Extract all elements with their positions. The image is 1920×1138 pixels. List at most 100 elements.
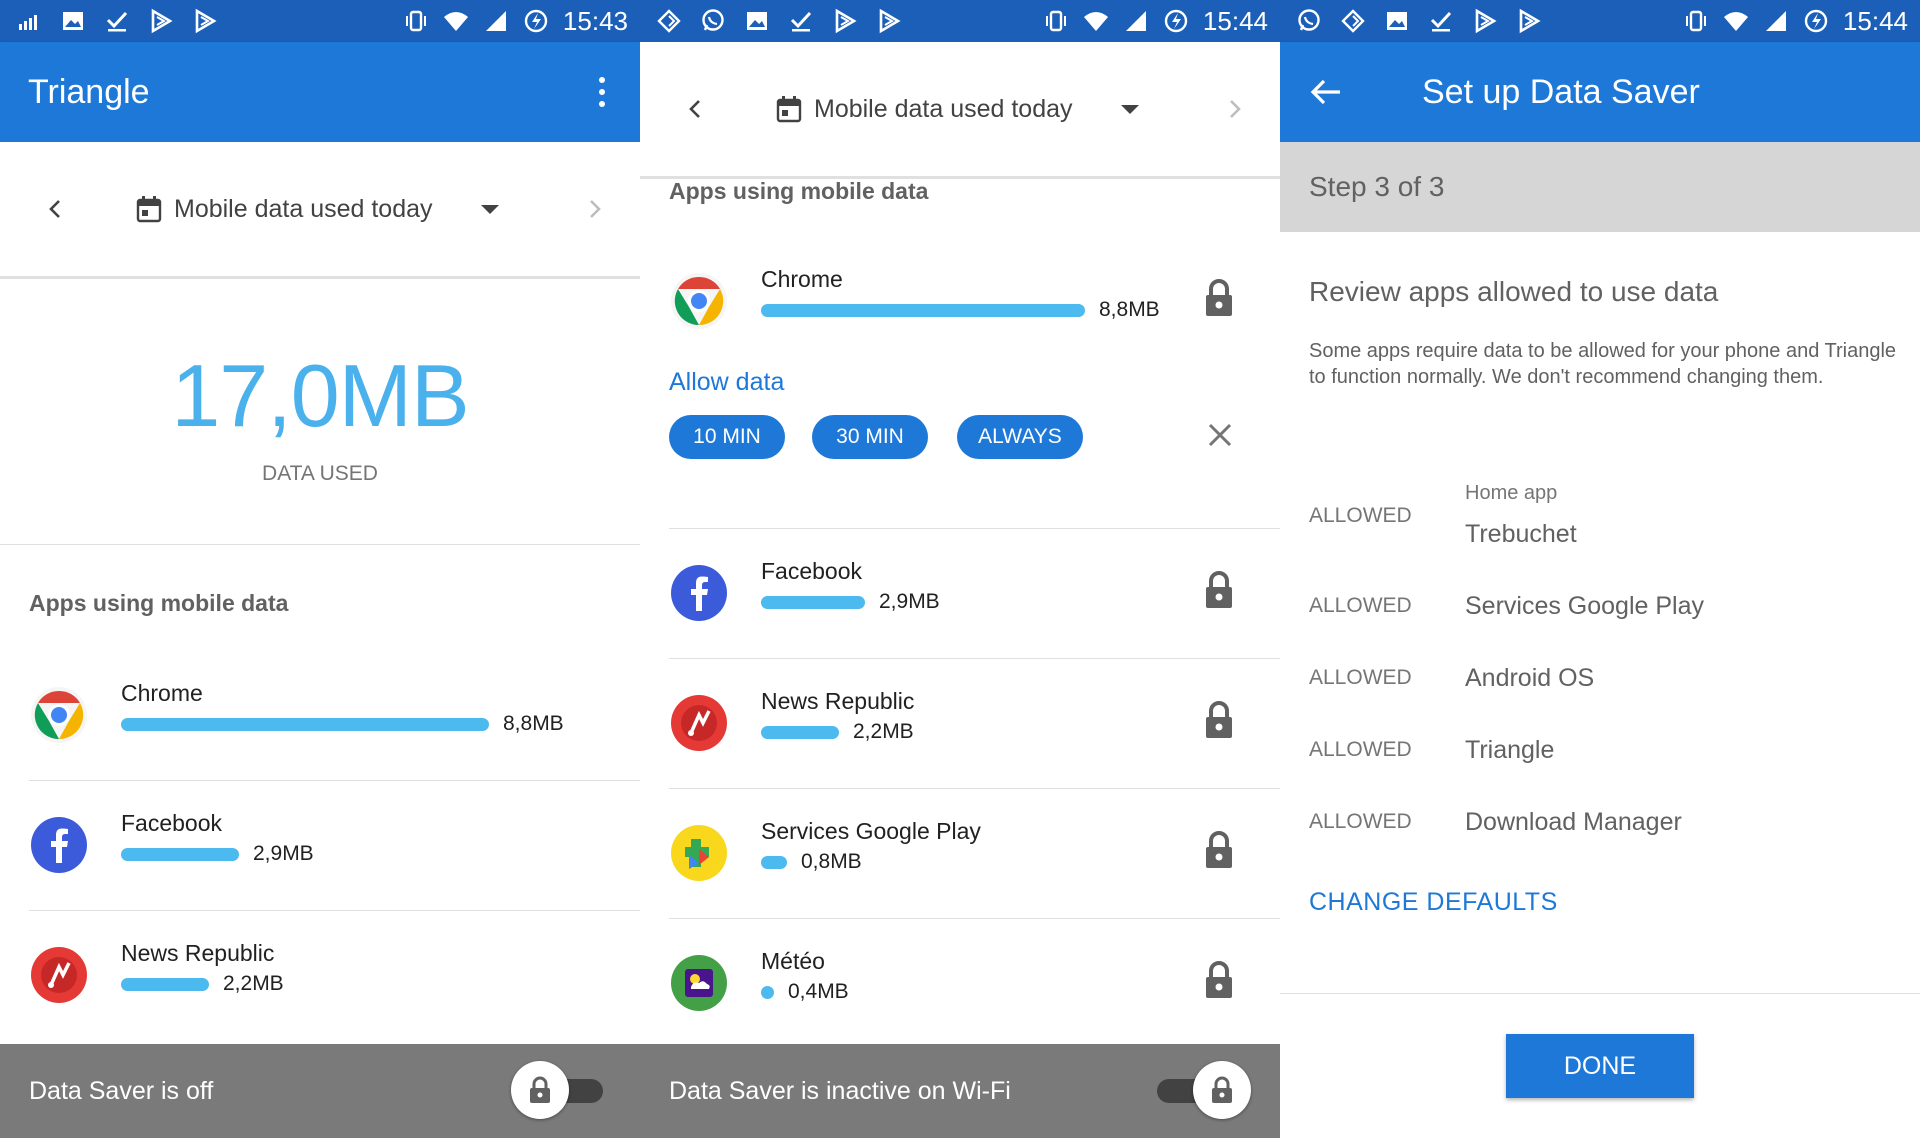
check-icon <box>788 8 814 34</box>
app-name: Services Google Play <box>761 818 981 844</box>
app-name: News Republic <box>121 940 275 966</box>
app-bar: Set up Data Saver <box>1280 42 1920 142</box>
dropdown-arrow-icon[interactable] <box>1120 104 1139 114</box>
usage-amount: 8,8MB <box>1099 298 1160 321</box>
clock: 15:44 <box>1842 5 1908 36</box>
app-name: Chrome <box>761 266 843 292</box>
play-store-icon <box>148 8 174 34</box>
image-icon <box>60 8 86 34</box>
cell-signal-icon <box>1123 8 1149 34</box>
next-period-button[interactable] <box>1222 97 1246 121</box>
sync-icon <box>1340 8 1366 34</box>
play-store-icon <box>832 8 858 34</box>
data-saver-toggle[interactable] <box>1151 1061 1251 1121</box>
review-title: Review apps allowed to use data <box>1309 276 1719 307</box>
status-bar: 15:44 <box>1280 0 1920 42</box>
system-icons: 15:44 <box>1683 6 1908 37</box>
facebook-icon <box>29 815 89 875</box>
whatsapp-icon <box>700 8 726 34</box>
vibrate-icon <box>403 8 429 34</box>
app-title: Set up Data Saver <box>1422 72 1700 111</box>
play-store-icon <box>1516 8 1542 34</box>
usage-bar <box>121 718 489 731</box>
lock-icon[interactable] <box>1203 830 1235 870</box>
wifi-icon <box>443 8 469 34</box>
app-usage-row[interactable]: Services Google Play 0,8MB <box>640 788 1280 918</box>
sync-icon <box>656 8 682 34</box>
divider <box>1280 993 1920 994</box>
app-usage-row[interactable]: Chrome 8,8MB <box>640 236 1280 366</box>
period-selector: Mobile data used today <box>0 142 640 276</box>
divider <box>0 276 640 279</box>
battery-saver-icon <box>523 8 549 34</box>
cell-signal-icon <box>1763 8 1789 34</box>
usage-bar <box>761 856 787 869</box>
change-defaults-button[interactable]: CHANGE DEFAULTS <box>1309 888 1558 917</box>
notification-icons <box>656 8 1043 34</box>
notification-icons <box>1296 8 1683 34</box>
app-name: Facebook <box>121 810 223 836</box>
lock-icon[interactable] <box>1203 278 1235 318</box>
app-usage-row[interactable]: News Republic 2,2MB <box>640 658 1280 788</box>
allowed-tag: ALLOWED <box>1309 738 1412 761</box>
lock-icon <box>511 1061 569 1119</box>
section-title: Apps using mobile data <box>669 178 929 204</box>
meteo-icon <box>669 953 729 1013</box>
app-usage-row[interactable]: News Republic 2,2MB <box>0 910 640 1040</box>
data-saver-status: Data Saver is off <box>29 1076 214 1105</box>
next-period-button[interactable] <box>582 197 606 221</box>
done-button[interactable]: DONE <box>1506 1034 1694 1098</box>
allowed-tag: ALLOWED <box>1309 666 1412 689</box>
lock-icon[interactable] <box>1203 960 1235 1000</box>
app-usage-row[interactable]: Météo 0,4MB <box>640 918 1280 1048</box>
clock: 15:44 <box>1202 5 1268 36</box>
data-saver-toggle[interactable] <box>511 1061 611 1121</box>
vibrate-icon <box>1683 8 1709 34</box>
review-description: Some apps require data to be allowed for… <box>1309 340 1897 388</box>
usage-amount: 2,9MB <box>253 842 314 865</box>
previous-period-button[interactable] <box>684 97 708 121</box>
usage-bar <box>761 596 865 609</box>
overflow-menu-icon[interactable] <box>592 72 612 112</box>
allow-always-button[interactable]: ALWAYS <box>957 415 1083 459</box>
divider <box>669 528 1280 529</box>
lock-icon[interactable] <box>1203 570 1235 610</box>
divider <box>0 544 640 545</box>
status-bar: 15:44 <box>640 0 1280 42</box>
wifi-icon <box>1083 8 1109 34</box>
play-store-icon <box>192 8 218 34</box>
section-title: Apps using mobile data <box>29 590 289 616</box>
lock-icon[interactable] <box>1203 700 1235 740</box>
period-label[interactable]: Mobile data used today <box>814 95 1073 124</box>
news-republic-icon <box>669 693 729 753</box>
usage-amount: 2,9MB <box>879 590 940 613</box>
close-icon[interactable] <box>1205 420 1235 450</box>
usage-amount: 2,2MB <box>223 972 284 995</box>
step-indicator: Step 3 of 3 <box>1280 142 1920 232</box>
app-subtitle: Home app <box>1465 482 1558 504</box>
system-icons: 15:43 <box>403 6 628 37</box>
app-name: Météo <box>761 948 825 974</box>
app-usage-row[interactable]: Facebook 2,9MB <box>0 780 640 910</box>
vibrate-icon <box>1043 8 1069 34</box>
data-saver-status: Data Saver is inactive on Wi-Fi <box>669 1076 1011 1105</box>
app-usage-row[interactable]: Chrome 8,8MB <box>0 650 640 780</box>
system-icons: 15:44 <box>1043 6 1268 37</box>
period-label[interactable]: Mobile data used today <box>174 195 433 224</box>
allow-10-min-button[interactable]: 10 MIN <box>669 415 785 459</box>
back-arrow-icon[interactable] <box>1308 74 1344 110</box>
image-icon <box>744 8 770 34</box>
app-name: Services Google Play <box>1465 592 1705 620</box>
total-data-used: 17,0MB <box>171 346 469 445</box>
dropdown-arrow-icon[interactable] <box>480 204 499 214</box>
battery-saver-icon <box>1163 8 1189 34</box>
previous-period-button[interactable] <box>44 197 68 221</box>
app-usage-row[interactable]: Facebook 2,9MB <box>640 528 1280 658</box>
notification-icons <box>16 8 403 34</box>
usage-amount: 2,2MB <box>853 720 914 743</box>
allow-30-min-button[interactable]: 30 MIN <box>812 415 928 459</box>
allow-data-label: Allow data <box>669 368 785 396</box>
battery-saver-icon <box>1803 8 1829 34</box>
app-name: Android OS <box>1465 664 1595 692</box>
usage-bar <box>761 304 1085 317</box>
